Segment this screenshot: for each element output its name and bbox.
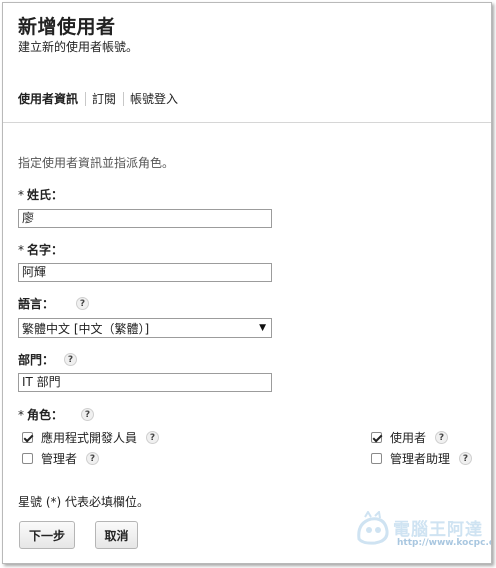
last-name-label: * 姓氏： [18,186,63,203]
language-label: 語言： ? [18,295,90,312]
language-label-text: 語言： [18,297,55,311]
dropdown-arrow-icon: ▼ [259,323,266,333]
language-selected-value: 繁體中文 [中文（繁體）] [22,321,150,336]
roles-label: * 角色： ? [18,406,95,423]
cancel-button[interactable]: 取消 [95,521,138,549]
tab-bar: 使用者資訊 訂閱 帳號登入 [18,90,185,107]
role-option-label: 使用者 [390,431,427,445]
role-option-label: 管理者助理 [390,452,451,466]
required-mark: * [18,187,24,202]
roles-label-text: 角色： [27,408,64,422]
checkbox-unchecked[interactable] [22,453,33,464]
role-option-admin-assistant[interactable]: 管理者助理 ? [371,450,473,467]
required-fields-note: 星號 (*) 代表必填欄位。 [18,495,149,509]
tab-subscription[interactable]: 訂閱 [92,90,123,107]
help-icon[interactable]: ? [146,431,160,444]
section-divider [3,122,491,123]
tab-user-info[interactable]: 使用者資訊 [18,90,85,107]
first-name-label-text: 名字： [27,243,64,257]
page-title: 新增使用者 [18,16,116,38]
last-name-label-text: 姓氏： [27,188,64,202]
last-name-field[interactable]: 廖 [18,209,272,228]
tab-account-login[interactable]: 帳號登入 [130,90,185,107]
role-option-app-developer[interactable]: 應用程式開發人員 ? [22,429,160,446]
department-label: 部門： ? [18,351,78,368]
watermark-logo: 電腦王阿達 http://www.kocpc.com.tw [353,511,491,553]
role-option-label: 管理者 [41,452,78,466]
tab-separator [85,91,87,106]
form-instruction: 指定使用者資訊並指派角色。 [18,156,175,170]
language-select[interactable]: 繁體中文 [中文（繁體）] ▼ [18,318,272,338]
help-icon[interactable]: ? [64,353,78,366]
help-icon[interactable]: ? [76,297,90,310]
department-field[interactable]: IT 部門 [18,373,272,392]
help-icon[interactable]: ? [86,452,100,465]
help-icon[interactable]: ? [435,431,449,444]
checkbox-unchecked[interactable] [371,453,382,464]
dialog-frame: 新增使用者 建立新的使用者帳號。 使用者資訊 訂閱 帳號登入 指定使用者資訊並指… [2,2,492,564]
mascot-icon [357,511,389,545]
first-name-field[interactable]: 阿輝 [18,263,272,282]
first-name-label: * 名字： [18,241,63,258]
checkbox-checked[interactable] [371,432,382,443]
next-button[interactable]: 下一步 [19,521,75,549]
role-option-administrator[interactable]: 管理者 ? [22,450,100,467]
tab-separator [123,91,125,106]
page-subtitle: 建立新的使用者帳號。 [18,40,139,54]
role-option-user[interactable]: 使用者 ? [371,429,449,446]
required-mark: * [18,407,24,422]
department-label-text: 部門： [18,353,55,367]
required-mark: * [18,242,24,257]
help-icon[interactable]: ? [81,408,95,421]
watermark-text: 電腦王阿達 [393,520,483,540]
help-icon[interactable]: ? [459,452,473,465]
watermark-url: http://www.kocpc.com.tw [397,538,491,548]
checkbox-checked[interactable] [22,432,33,443]
role-option-label: 應用程式開發人員 [41,431,138,445]
